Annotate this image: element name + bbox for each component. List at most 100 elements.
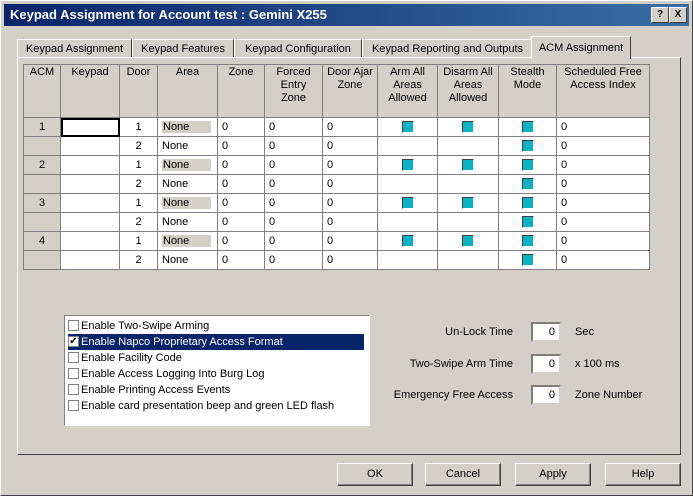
arm-all-cell[interactable] xyxy=(377,155,438,175)
forced-entry-cell[interactable]: 0 xyxy=(264,231,323,251)
disarm-all-cell[interactable] xyxy=(437,117,499,137)
door-ajar-cell[interactable]: 0 xyxy=(322,136,378,156)
forced-entry-cell[interactable]: 0 xyxy=(264,193,323,213)
scheduled-index-cell[interactable]: 0 xyxy=(556,155,650,175)
forced-entry-cell[interactable]: 0 xyxy=(264,155,323,175)
checkbox-icon[interactable] xyxy=(68,351,79,363)
tab-keypad-assignment[interactable]: Keypad Assignment xyxy=(17,39,132,58)
arm-all-cell[interactable] xyxy=(377,174,438,194)
checkbox-icon[interactable] xyxy=(401,235,414,248)
stealth-cell[interactable] xyxy=(498,174,557,194)
arm-all-cell[interactable] xyxy=(377,250,438,270)
checkbox-icon[interactable] xyxy=(521,159,534,172)
two-swipe-time-input[interactable]: 0 xyxy=(531,354,561,374)
door-ajar-cell[interactable]: 0 xyxy=(322,155,378,175)
checkbox-icon[interactable] xyxy=(401,121,414,134)
keypad-cell[interactable] xyxy=(60,193,120,213)
keypad-cell[interactable] xyxy=(60,212,120,232)
stealth-cell[interactable] xyxy=(498,155,557,175)
disarm-all-cell[interactable] xyxy=(437,174,499,194)
tab-keypad-configuration[interactable]: Keypad Configuration xyxy=(234,39,362,58)
zone-cell[interactable]: 0 xyxy=(217,250,265,270)
apply-button[interactable]: Apply xyxy=(515,463,591,486)
keypad-cell[interactable] xyxy=(60,174,120,194)
area-cell[interactable]: None xyxy=(157,212,218,232)
disarm-all-cell[interactable] xyxy=(437,250,499,270)
close-icon[interactable]: X xyxy=(669,7,687,23)
checkbox-icon[interactable] xyxy=(462,235,474,248)
stealth-cell[interactable] xyxy=(498,231,557,251)
option-access-logging[interactable]: Enable Access Logging Into Burg Log xyxy=(68,366,364,382)
door-cell[interactable]: 1 xyxy=(119,155,158,175)
disarm-all-cell[interactable] xyxy=(437,155,499,175)
checkbox-icon[interactable] xyxy=(462,121,474,134)
arm-all-cell[interactable] xyxy=(377,136,438,156)
disarm-all-cell[interactable] xyxy=(437,231,499,251)
zone-cell[interactable]: 0 xyxy=(217,136,265,156)
stealth-cell[interactable] xyxy=(498,250,557,270)
scheduled-index-cell[interactable]: 0 xyxy=(556,231,650,251)
area-cell[interactable]: None xyxy=(157,231,218,251)
tab-acm-assignment[interactable]: ACM Assignment xyxy=(531,36,631,59)
zone-cell[interactable]: 0 xyxy=(217,117,265,137)
forced-entry-cell[interactable]: 0 xyxy=(264,174,323,194)
checkbox-checked-icon[interactable]: ✔ xyxy=(68,335,79,347)
zone-cell[interactable]: 0 xyxy=(217,193,265,213)
help-icon[interactable]: ? xyxy=(651,7,669,23)
forced-entry-cell[interactable]: 0 xyxy=(264,136,323,156)
options-list[interactable]: Enable Two-Swipe Arming ✔ Enable Napco Pr… xyxy=(64,315,370,426)
checkbox-icon[interactable] xyxy=(401,159,414,172)
area-cell[interactable]: None xyxy=(157,155,218,175)
disarm-all-cell[interactable] xyxy=(437,193,499,213)
arm-all-cell[interactable] xyxy=(377,231,438,251)
keypad-cell[interactable] xyxy=(60,136,120,156)
keypad-cell[interactable] xyxy=(60,231,120,251)
checkbox-icon[interactable] xyxy=(68,399,79,411)
door-cell[interactable]: 1 xyxy=(119,117,158,137)
checkbox-icon[interactable] xyxy=(68,367,79,379)
keypad-cell[interactable] xyxy=(60,250,120,270)
door-cell[interactable]: 2 xyxy=(119,174,158,194)
arm-all-cell[interactable] xyxy=(377,193,438,213)
scheduled-index-cell[interactable]: 0 xyxy=(556,250,650,270)
zone-cell[interactable]: 0 xyxy=(217,155,265,175)
scheduled-index-cell[interactable]: 0 xyxy=(556,136,650,156)
area-cell[interactable]: None xyxy=(157,136,218,156)
cancel-button[interactable]: Cancel xyxy=(425,463,501,486)
arm-all-cell[interactable] xyxy=(377,117,438,137)
door-ajar-cell[interactable]: 0 xyxy=(322,250,378,270)
forced-entry-cell[interactable]: 0 xyxy=(264,117,323,137)
stealth-cell[interactable] xyxy=(498,212,557,232)
scheduled-index-cell[interactable]: 0 xyxy=(556,212,650,232)
checkbox-icon[interactable] xyxy=(521,140,534,153)
checkbox-icon[interactable] xyxy=(521,197,534,210)
option-facility-code[interactable]: Enable Facility Code xyxy=(68,350,364,366)
option-two-swipe-arming[interactable]: Enable Two-Swipe Arming xyxy=(68,318,364,334)
checkbox-icon[interactable] xyxy=(521,178,534,191)
title-bar[interactable]: Keypad Assignment for Account test : Gem… xyxy=(4,4,689,26)
option-card-beep-flash[interactable]: Enable card presentation beep and green … xyxy=(68,398,364,414)
option-napco-format[interactable]: ✔ Enable Napco Proprietary Access Format xyxy=(68,334,364,350)
zone-cell[interactable]: 0 xyxy=(217,231,265,251)
forced-entry-cell[interactable]: 0 xyxy=(264,212,323,232)
ok-button[interactable]: OK xyxy=(337,463,413,486)
zone-cell[interactable]: 0 xyxy=(217,174,265,194)
tab-keypad-features[interactable]: Keypad Features xyxy=(132,39,234,58)
tab-keypad-reporting[interactable]: Keypad Reporting and Outputs xyxy=(362,39,533,58)
checkbox-icon[interactable] xyxy=(462,197,474,210)
stealth-cell[interactable] xyxy=(498,117,557,137)
emergency-access-input[interactable]: 0 xyxy=(531,385,561,405)
door-cell[interactable]: 2 xyxy=(119,136,158,156)
help-button[interactable]: Help xyxy=(605,463,681,486)
disarm-all-cell[interactable] xyxy=(437,136,499,156)
unlock-time-input[interactable]: 0 xyxy=(531,322,561,342)
checkbox-icon[interactable] xyxy=(521,216,534,229)
door-cell[interactable]: 2 xyxy=(119,212,158,232)
area-cell[interactable]: None xyxy=(157,117,218,137)
option-printing-events[interactable]: Enable Printing Access Events xyxy=(68,382,364,398)
forced-entry-cell[interactable]: 0 xyxy=(264,250,323,270)
checkbox-icon[interactable] xyxy=(401,197,414,210)
keypad-cell[interactable] xyxy=(60,155,120,175)
checkbox-icon[interactable] xyxy=(521,235,534,248)
area-cell[interactable]: None xyxy=(157,250,218,270)
